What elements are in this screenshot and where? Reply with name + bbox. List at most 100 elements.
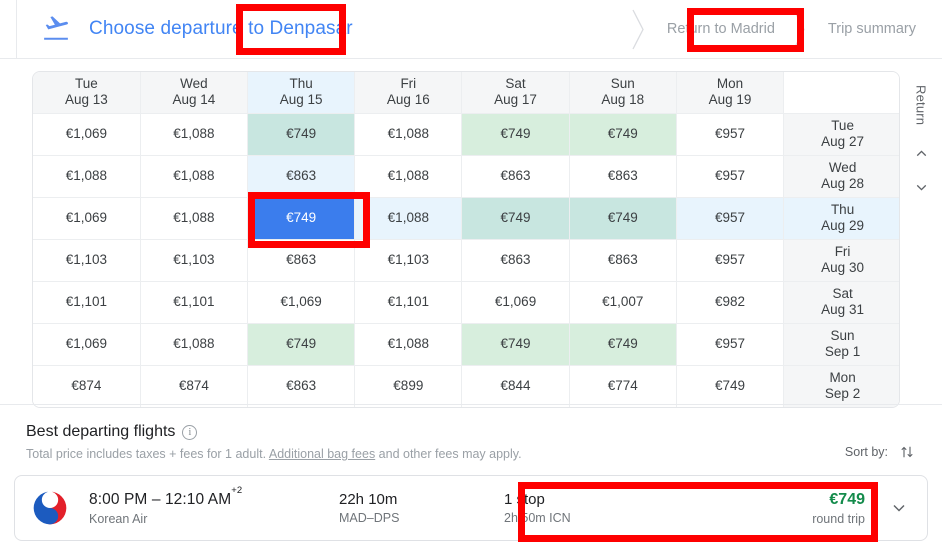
price-cell[interactable]: €982 [676,281,785,324]
price-grid-column-header[interactable]: Tue Aug 13 [33,72,141,114]
info-icon[interactable]: i [182,424,198,440]
price-grid-header-row: Tue Aug 13 Wed Aug 14 Thu Aug 15 Fri Aug 16 Sat A… [33,72,899,114]
price-cell[interactable]: €1,088 [140,323,248,366]
column-header-day: Thu [289,76,313,91]
breadcrumb-current-step[interactable]: Choose departure to Denpasar [16,0,632,58]
price-cell[interactable]: €863 [569,155,677,198]
price-cell[interactable]: €1,101 [140,281,248,324]
additional-bag-fees-link[interactable]: Additional bag fees [269,447,375,461]
price-cell[interactable]: €957 [676,113,785,156]
flight-price: €749 [829,490,865,508]
price-cell[interactable]: €863 [461,239,570,282]
price-cell[interactable]: €1,069 [247,281,356,324]
price-cell[interactable]: €1,088 [140,155,248,198]
price-cell[interactable]: €1,088 [354,323,463,366]
price-cell[interactable]: €1,007 [569,281,677,324]
price-cell[interactable]: €1,103 [354,239,463,282]
price-grid-return-date-cell[interactable]: Thu Aug 29 [783,197,899,240]
price-grid-row: €1,088 €1,088 €863 €1,088 €863 €863 €957 Wed Aug… [33,155,899,198]
price-cell[interactable]: €957 [676,155,785,198]
flight-route: MAD–DPS [339,511,400,525]
price-cell[interactable]: €1,088 [140,197,248,240]
price-cell[interactable]: €957 [676,197,785,240]
page-header: Choose departure to Denpasar Return to M… [0,0,942,59]
price-cell[interactable]: €749 [461,197,570,240]
price-grid-return-date-cell[interactable]: Fri Aug 30 [783,239,899,282]
price-cell[interactable]: €774 [569,365,677,407]
price-cell[interactable]: €749 [247,323,356,366]
price-cell[interactable]: €863 [247,365,356,407]
price-grid-column-header[interactable]: Sun Aug 18 [569,72,677,114]
price-cell[interactable]: €1,088 [140,113,248,156]
price-cell[interactable]: €957 [676,323,785,366]
day-offset-badge: +2 [231,484,243,496]
price-grid-row: €1,101 €1,101 €1,069 €1,101 €1,069 €1,007 €982… [33,281,899,324]
breadcrumb-item-trip-summary[interactable]: Trip summary [806,0,942,58]
price-cell[interactable]: €749 [461,323,570,366]
price-grid-column-header[interactable]: Thu Aug 15 [247,72,356,114]
price-cell-selected[interactable]: €749 [247,197,356,240]
price-grid-return-date-cell[interactable]: Tue Aug 27 [783,113,899,156]
price-cell[interactable]: €957 [676,239,785,282]
flight-times: 8:00 PM – 12:10 AM+2 [89,485,339,509]
chevron-up-icon[interactable] [907,139,935,167]
column-header-date: Aug 13 [64,92,108,108]
price-cell[interactable]: €874 [33,365,141,407]
price-grid-row: €1,069 €1,088 €749 €1,088 €749 €749 €957 Tue Aug… [33,113,899,156]
price-cell[interactable]: €749 [569,323,677,366]
price-cell[interactable]: €1,103 [33,239,141,282]
price-cell[interactable]: €874 [140,365,248,407]
price-grid-row: €874 €874 €863 €899 €844 €774 €749 Mon Sep 2 [33,365,899,407]
flight-result-row[interactable]: 8:00 PM – 12:10 AM+2 Korean Air 22h 10m … [14,475,928,541]
price-cell[interactable]: €1,088 [354,155,463,198]
subtitle-pre: Total price includes taxes + fees for 1 … [26,447,269,461]
price-cell[interactable]: €1,088 [354,113,463,156]
price-cell[interactable]: €844 [461,365,570,407]
page-title: Choose departure to Denpasar [89,18,353,40]
breadcrumb-separator-2 [793,0,806,59]
return-date-day: Mon [829,369,856,385]
destination-name: Denpasar [269,18,353,39]
return-date-day: Tue [831,117,854,133]
flight-stops: 1 stop [504,491,545,508]
price-grid-corner-cell [783,72,899,114]
price-grid-column-header[interactable]: Mon Aug 19 [676,72,785,114]
price-grid-column-header[interactable]: Sat Aug 17 [461,72,570,114]
price-cell[interactable]: €1,069 [461,281,570,324]
price-cell[interactable]: €863 [461,155,570,198]
price-cell[interactable]: €1,103 [140,239,248,282]
price-cell[interactable]: €749 [569,197,677,240]
price-grid-return-date-cell[interactable]: Sat Aug 31 [783,281,899,324]
price-cell[interactable]: €749 [676,365,785,407]
price-cell[interactable]: €863 [247,239,356,282]
best-flights-title: Best departing flights [26,423,176,440]
price-cell[interactable]: €1,088 [33,155,141,198]
return-rail: Return [900,71,942,375]
price-grid-column-header[interactable]: Fri Aug 16 [354,72,463,114]
price-cell[interactable]: €863 [247,155,356,198]
price-cell[interactable]: €749 [461,113,570,156]
price-grid-column-header[interactable]: Wed Aug 14 [140,72,248,114]
breadcrumb-item-return[interactable]: Return to Madrid [645,0,793,58]
price-cell[interactable]: €1,088 [354,197,463,240]
price-grid-return-date-cell[interactable]: Mon Sep 2 [783,365,899,407]
return-date-date: Aug 30 [821,260,864,276]
price-cell[interactable]: €1,069 [33,113,141,156]
price-cell[interactable]: €863 [569,239,677,282]
price-cell[interactable]: €749 [569,113,677,156]
chevron-down-icon[interactable] [907,173,935,201]
price-grid-return-date-cell[interactable]: Wed Aug 28 [783,155,899,198]
price-cell[interactable]: €1,101 [33,281,141,324]
column-header-day: Fri [400,76,417,91]
price-cell[interactable]: €1,069 [33,197,141,240]
column-header-day: Sun [610,76,635,91]
price-cell[interactable]: €1,069 [33,323,141,366]
price-cell[interactable]: €899 [354,365,463,407]
price-cell[interactable]: €1,101 [354,281,463,324]
expand-flight-chevron-down-icon[interactable] [881,490,917,526]
price-cell[interactable]: €749 [247,113,356,156]
price-grid-return-date-cell[interactable]: Sun Sep 1 [783,323,899,366]
flight-price-type: round trip [812,511,865,526]
sort-arrows-icon[interactable] [898,443,916,461]
sort-by-control[interactable]: Sort by: [845,423,916,461]
